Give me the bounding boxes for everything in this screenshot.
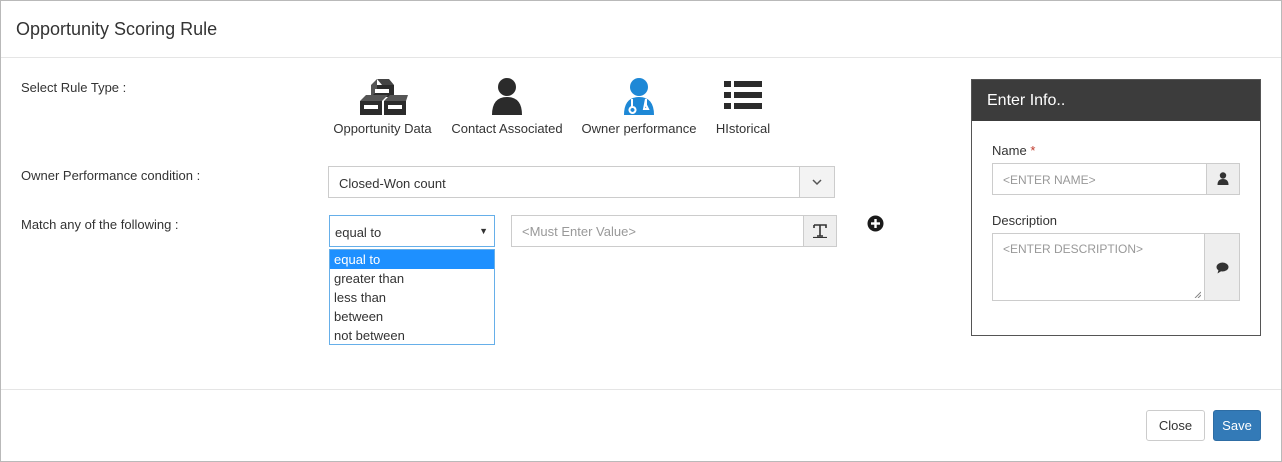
condition-label: Owner Performance condition : [21, 168, 201, 183]
name-label-text: Name [992, 143, 1027, 158]
description-field-placeholder: <ENTER DESCRIPTION> [1003, 242, 1144, 256]
operator-option-not-between[interactable]: not between [330, 326, 494, 345]
scoring-rule-modal: Opportunity Scoring Rule Select Rule Typ… [0, 0, 1282, 462]
modal-footer: Close Save [1, 389, 1281, 462]
condition-select[interactable]: Closed-Won count [328, 166, 835, 198]
enter-info-header: Enter Info.. [972, 80, 1260, 121]
text-type-addon[interactable] [803, 216, 836, 246]
description-label: Description [992, 213, 1058, 228]
chevron-down-icon [812, 179, 822, 186]
rule-type-historical[interactable]: HIstorical [714, 77, 772, 136]
condition-select-toggle[interactable] [799, 167, 834, 197]
name-label: Name * [992, 143, 1035, 158]
modal-title: Opportunity Scoring Rule [16, 19, 218, 39]
description-field-addon [1204, 234, 1239, 300]
value-input[interactable]: <Must Enter Value> [511, 215, 837, 247]
name-field-addon [1206, 164, 1239, 194]
rule-type-contact-associated[interactable]: Contact Associated [449, 77, 565, 136]
add-condition-icon[interactable] [867, 215, 884, 232]
operator-option-less-than[interactable]: less than [330, 288, 494, 307]
resize-grip-icon[interactable] [1194, 291, 1201, 298]
user-icon [492, 78, 522, 115]
operator-dropdown: equal to greater than less than between … [329, 249, 495, 345]
user-md-icon [624, 78, 654, 115]
list-icon [724, 81, 762, 109]
rule-type-opportunity-data[interactable]: Opportunity Data [330, 77, 435, 136]
save-button[interactable]: Save [1213, 410, 1261, 441]
required-mark: * [1030, 143, 1036, 158]
caret-down-icon: ▼ [479, 226, 488, 236]
operator-option-equal-to[interactable]: equal to [330, 250, 494, 269]
text-icon [813, 224, 827, 238]
enter-info-title: Enter Info.. [987, 92, 1066, 109]
rule-type-label-historical: HIstorical [715, 121, 771, 136]
rule-type-label-opportunity-data: Opportunity Data [333, 121, 432, 136]
enter-info-panel: Enter Info.. Name * <ENTER NAME> Descrip… [971, 79, 1261, 336]
rule-type-label-contact-associated: Contact Associated [451, 121, 563, 136]
operator-option-greater-than[interactable]: greater than [330, 269, 494, 288]
close-button[interactable]: Close [1146, 410, 1205, 441]
rule-type-label: Select Rule Type : [21, 80, 127, 95]
modal-header: Opportunity Scoring Rule [1, 1, 1281, 58]
operator-option-between[interactable]: between [330, 307, 494, 326]
user-icon [1217, 172, 1229, 185]
operator-select-value: equal to [335, 225, 382, 240]
description-field[interactable]: <ENTER DESCRIPTION> [992, 233, 1240, 301]
name-field[interactable]: <ENTER NAME> [992, 163, 1240, 195]
value-input-placeholder: <Must Enter Value> [522, 224, 636, 239]
name-field-placeholder: <ENTER NAME> [1003, 173, 1096, 187]
match-label: Match any of the following : [21, 217, 179, 232]
condition-select-value: Closed-Won count [339, 176, 446, 191]
comment-icon [1216, 262, 1229, 274]
rule-type-label-owner-performance: Owner performance [581, 121, 697, 136]
operator-select[interactable]: equal to ▼ [329, 215, 495, 247]
rule-type-owner-performance[interactable]: Owner performance [577, 77, 701, 136]
cubes-icon [359, 79, 408, 115]
